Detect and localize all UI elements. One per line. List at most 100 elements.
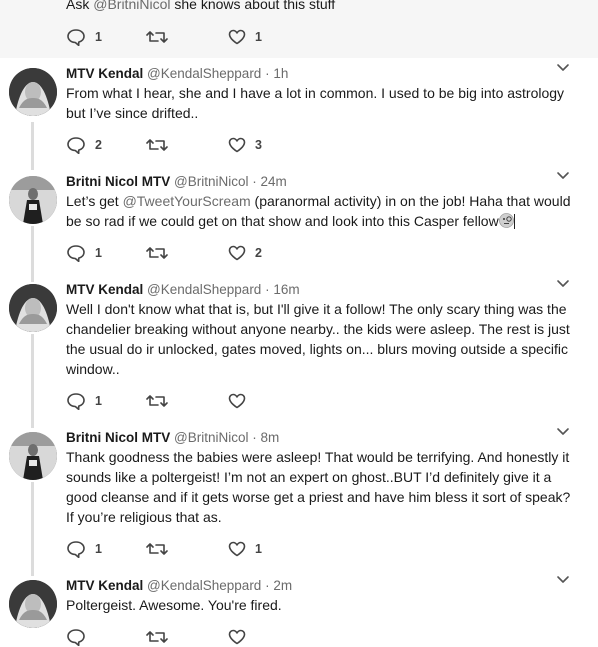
reply-button[interactable]: 1 (66, 27, 102, 47)
heart-icon (228, 629, 246, 645)
like-button[interactable]: 1 (228, 539, 262, 559)
user-handle[interactable]: @BritniNicol (174, 174, 248, 189)
user-handle[interactable]: @BritniNicol (174, 430, 248, 445)
tweet-text: Ask @BritniNicol she knows about this st… (66, 0, 576, 14)
display-name[interactable]: MTV Kendal (66, 578, 143, 593)
chevron-down-icon[interactable] (556, 424, 570, 438)
tweet-text: Thank goodness the babies were asleep! T… (66, 449, 571, 525)
chevron-down-icon[interactable] (556, 60, 570, 74)
tweet-header: MTV Kendal @KendalSheppard · 1h (66, 65, 558, 83)
tweet-text: Let’s get @TweetYourScream (paranormal a… (66, 193, 571, 229)
reply-button[interactable]: 1 (66, 243, 102, 263)
timestamp[interactable]: 16m (273, 282, 299, 297)
chevron-down-icon[interactable] (556, 572, 570, 586)
tweet[interactable]: MTV Kendal @KendalSheppard · 16m Well I … (0, 274, 598, 426)
retweet-button[interactable] (146, 27, 177, 47)
reply-bubble-icon (66, 28, 86, 46)
retweet-icon (146, 393, 168, 409)
heart-icon (228, 393, 246, 409)
timestamp[interactable]: 1h (273, 66, 288, 81)
tweet-header: Britni Nicol MTV @BritniNicol · 24m (66, 173, 558, 191)
retweet-button[interactable] (146, 539, 177, 559)
retweet-button[interactable] (146, 391, 177, 411)
user-handle[interactable]: @KendalSheppard (147, 578, 261, 593)
like-button[interactable]: 2 (228, 243, 262, 263)
display-name[interactable]: Britni Nicol MTV (66, 430, 170, 445)
avatar[interactable] (9, 432, 57, 480)
reply-count: 1 (95, 542, 102, 556)
reply-count: 1 (95, 246, 102, 260)
like-count: 3 (255, 138, 262, 152)
heart-icon (228, 29, 246, 45)
tweet[interactable]: Ask @BritniNicol she knows about this st… (0, 0, 598, 58)
tweet-actions: 2 3 (66, 135, 306, 155)
like-button[interactable] (228, 391, 255, 411)
retweet-button[interactable] (146, 627, 177, 647)
user-handle[interactable]: @KendalSheppard (147, 66, 261, 81)
retweet-icon (146, 541, 168, 557)
separator-dot: · (265, 282, 270, 297)
separator-dot: · (265, 578, 270, 593)
reply-bubble-icon (66, 540, 86, 558)
reply-button[interactable]: 1 (66, 391, 102, 411)
reply-bubble-icon (66, 392, 86, 410)
reply-count: 1 (95, 394, 102, 408)
tweet[interactable]: MTV Kendal @KendalSheppard · 2m Polterge… (0, 570, 598, 647)
avatar[interactable] (9, 284, 57, 332)
text-cursor (513, 214, 515, 229)
retweet-icon (146, 137, 168, 153)
tweet-actions (66, 627, 306, 647)
tweet-header: Britni Nicol MTV @BritniNicol · 8m (66, 429, 558, 447)
reply-button[interactable]: 1 (66, 539, 102, 559)
retweet-button[interactable] (146, 135, 177, 155)
like-button[interactable] (228, 627, 255, 647)
retweet-icon (146, 29, 168, 45)
like-button[interactable]: 1 (228, 27, 262, 47)
tweet[interactable]: Britni Nicol MTV @BritniNicol · 24m Let’… (0, 166, 598, 278)
reply-count: 2 (95, 138, 102, 152)
chevron-down-icon[interactable] (556, 168, 570, 182)
reply-count: 1 (95, 30, 102, 44)
like-count: 1 (255, 542, 262, 556)
reply-bubble-icon (66, 136, 86, 154)
retweet-button[interactable] (146, 243, 177, 263)
tweet-actions: 1 2 (66, 243, 306, 263)
separator-dot: · (252, 430, 257, 445)
separator-dot: · (252, 174, 257, 189)
like-count: 1 (255, 30, 262, 44)
avatar[interactable] (9, 580, 57, 628)
tweet-actions: 1 (66, 391, 306, 411)
heart-icon (228, 137, 246, 153)
monocle-face-emoji-icon (498, 213, 514, 228)
tweet-actions: 1 1 (66, 27, 306, 47)
tweet[interactable]: MTV Kendal @KendalSheppard · 1h From wha… (0, 58, 598, 168)
chevron-down-icon[interactable] (556, 276, 570, 290)
user-handle[interactable]: @KendalSheppard (147, 282, 261, 297)
display-name[interactable]: Britni Nicol MTV (66, 174, 170, 189)
timestamp[interactable]: 8m (261, 430, 280, 445)
reply-bubble-icon (66, 244, 86, 262)
tweet-header: MTV Kendal @KendalSheppard · 16m (66, 281, 558, 299)
display-name[interactable]: MTV Kendal (66, 66, 143, 81)
retweet-icon (146, 245, 168, 261)
tweet-text: Poltergeist. Awesome. You're fired. (66, 597, 282, 613)
heart-icon (228, 245, 246, 261)
avatar[interactable] (9, 68, 57, 116)
mention-link[interactable]: @TweetYourScream (123, 193, 251, 209)
tweet[interactable]: Britni Nicol MTV @BritniNicol · 8m Thank… (0, 422, 598, 574)
display-name[interactable]: MTV Kendal (66, 282, 143, 297)
like-button[interactable]: 3 (228, 135, 262, 155)
timestamp[interactable]: 24m (261, 174, 287, 189)
retweet-icon (146, 629, 168, 645)
avatar[interactable] (9, 176, 57, 224)
separator-dot: · (265, 66, 270, 81)
timestamp[interactable]: 2m (273, 578, 292, 593)
tweet-text: From what I hear, she and I have a lot i… (66, 85, 565, 121)
tweet-header: MTV Kendal @KendalSheppard · 2m (66, 577, 558, 595)
reply-button[interactable] (66, 627, 95, 647)
reply-button[interactable]: 2 (66, 135, 102, 155)
heart-icon (228, 541, 246, 557)
mention-link[interactable]: @BritniNicol (93, 0, 170, 12)
tweet-actions: 1 1 (66, 539, 306, 559)
tweet-text: Well I don't know what that is, but I'll… (66, 301, 570, 377)
